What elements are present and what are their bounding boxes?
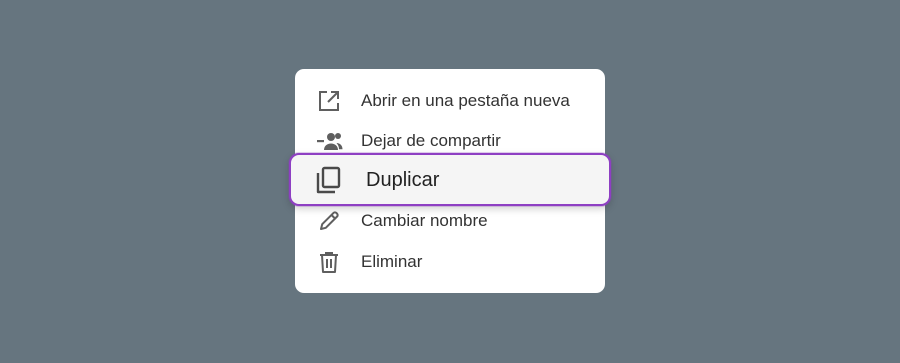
pencil-icon <box>317 209 341 233</box>
open-in-new-icon <box>317 89 341 113</box>
menu-item-rename[interactable]: Cambiar nombre <box>295 201 605 241</box>
menu-item-label: Eliminar <box>361 252 423 271</box>
menu-item-duplicate[interactable]: Duplicar <box>289 153 611 206</box>
menu-item-label: Dejar de compartir <box>361 131 501 150</box>
menu-item-label: Duplicar <box>366 169 440 191</box>
trash-icon <box>317 250 341 274</box>
menu-item-delete[interactable]: Eliminar <box>295 242 605 282</box>
menu-item-label: Abrir en una pestaña nueva <box>361 91 570 110</box>
menu-item-label: Cambiar nombre <box>361 211 488 230</box>
remove-people-icon <box>317 129 343 153</box>
copy-icon <box>314 165 344 195</box>
menu-item-open-new-tab[interactable]: Abrir en una pestaña nueva <box>295 81 605 121</box>
